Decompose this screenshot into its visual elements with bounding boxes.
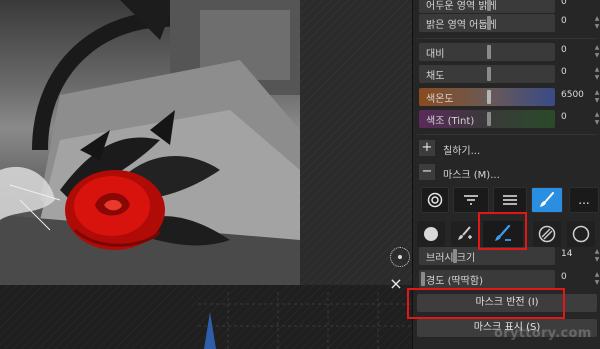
lines-icon [503, 195, 517, 205]
hatched-circle-icon [538, 225, 556, 243]
highlights-slider[interactable]: 밝은 영역 어둡게 0 ▲ ▼ [417, 13, 599, 33]
circle-brush-icon [424, 227, 438, 241]
spin-arrows-icon[interactable]: ▲ ▼ [593, 44, 600, 60]
saturation-slider[interactable]: 채도 0 ▲ ▼ [417, 64, 599, 84]
filter-icon [464, 195, 478, 205]
move-handle-icon[interactable] [390, 247, 410, 267]
fill-section-toggle[interactable]: + 칠하기... [417, 138, 597, 158]
more-options-button[interactable]: ... [569, 187, 599, 213]
spin-arrows-icon[interactable]: ▲ ▼ [593, 248, 600, 264]
adjustment-panel: 어두운 영역 밝게 0 밝은 영역 어둡게 0 ▲ ▼ 대비 0 ▲ ▼ 채도 0 … [412, 0, 600, 349]
hardness-slider[interactable]: 경도 (딱딱함) 0 ▲ ▼ [417, 269, 599, 289]
spin-arrows-icon[interactable]: ▲ ▼ [593, 111, 600, 127]
spin-arrows-icon[interactable]: ▲ ▼ [593, 66, 600, 82]
photo [0, 0, 300, 285]
gradient-mask-tab[interactable] [453, 187, 489, 213]
mask-section-toggle[interactable]: − 마스크 (M)... [417, 162, 597, 182]
brush-hatched-button[interactable] [533, 221, 561, 247]
mask-section-label[interactable]: 마스크 (M)... [443, 166, 500, 181]
slider-value[interactable]: 0 [561, 67, 567, 77]
rose-photo-art [0, 0, 300, 285]
slider-value[interactable]: 0 [561, 16, 567, 26]
slider-value[interactable]: 14 [561, 249, 572, 259]
spin-arrows-icon[interactable]: ▲ ▼ [593, 271, 600, 287]
slider-value[interactable]: 6500 [561, 90, 584, 100]
slider-value[interactable]: 0 [561, 112, 567, 122]
divider [417, 38, 597, 39]
slider-value[interactable]: 0 [561, 0, 567, 7]
slider-thumb[interactable] [487, 112, 491, 126]
empty-circle-icon [572, 225, 590, 243]
spin-arrows-icon[interactable]: ▲ ▼ [593, 15, 600, 31]
more-icon: ... [578, 193, 590, 207]
fill-section-label[interactable]: 칠하기... [443, 142, 480, 157]
slider-thumb[interactable] [487, 0, 491, 11]
brush-circle-button[interactable] [417, 221, 445, 247]
expand-icon[interactable]: + [419, 140, 435, 156]
slider-label: 색조 (Tint) [426, 116, 475, 127]
temperature-slider[interactable]: 색온도 6500 ▲ ▼ [417, 87, 599, 107]
slider-value[interactable]: 0 [561, 45, 567, 55]
slider-label: 대비 [426, 49, 445, 60]
slider-label: 색온도 [426, 94, 454, 105]
brush-size-slider[interactable]: 브러시 크기 14 ▲ ▼ [417, 246, 599, 266]
linear-mask-tab[interactable] [493, 187, 527, 213]
slider-value[interactable]: 0 [561, 272, 567, 282]
histogram [198, 292, 412, 349]
collapse-icon[interactable]: − [419, 164, 435, 180]
slider-thumb[interactable] [487, 67, 491, 81]
slider-thumb[interactable] [487, 16, 491, 30]
slider-thumb[interactable] [487, 90, 491, 104]
slider-label: 채도 [426, 71, 445, 82]
slider-thumb[interactable] [421, 272, 425, 286]
invert-mask-button[interactable]: 마스크 반전 (I) [417, 294, 597, 312]
brush-erase-button[interactable] [483, 221, 523, 247]
watermark: oryttory.com [494, 326, 592, 341]
add-brush-icon [458, 226, 472, 240]
tint-slider[interactable]: 색조 (Tint) 0 ▲ ▼ [417, 109, 599, 129]
radial-mask-tab[interactable] [421, 187, 449, 213]
spin-arrows-icon[interactable]: ▲ ▼ [593, 89, 600, 105]
slider-thumb[interactable] [487, 45, 491, 59]
close-icon[interactable]: × [388, 276, 404, 292]
slider-label: 경도 (딱딱함) [426, 276, 483, 287]
slider-thumb[interactable] [453, 249, 457, 263]
contrast-slider[interactable]: 대비 0 ▲ ▼ [417, 42, 599, 62]
brush-empty-circle-button[interactable] [567, 221, 595, 247]
erase-brush-icon [495, 224, 511, 241]
brush-icon [540, 192, 554, 207]
image-canvas[interactable]: × [0, 0, 412, 349]
target-circle-icon [427, 192, 443, 208]
brush-mask-tab[interactable] [531, 187, 563, 213]
brush-add-button[interactable] [451, 221, 479, 247]
divider [417, 134, 597, 135]
slider-label: 브러시 크기 [426, 253, 476, 264]
shadows-slider[interactable]: 어두운 영역 밝게 0 [417, 0, 599, 14]
